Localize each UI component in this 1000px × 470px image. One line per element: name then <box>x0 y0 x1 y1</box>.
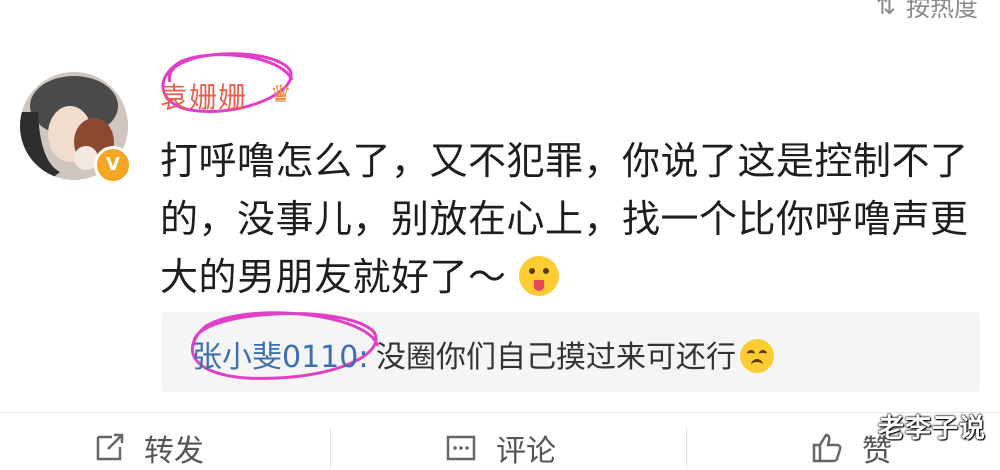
comment-username[interactable]: 袁姗姗 <box>160 76 247 116</box>
repost-button[interactable]: 转发 <box>92 426 204 470</box>
watermark: 老李子说 <box>877 414 986 444</box>
sort-toggle[interactable]: ⇅ 按热度 <box>876 0 978 23</box>
sort-label: 按热度 <box>906 0 978 22</box>
reply-body: 没圈你们自己摸过来可还行 <box>376 340 736 375</box>
repost-label: 转发 <box>144 434 204 469</box>
upside-down-emoji-icon <box>740 339 774 373</box>
comment-text: 打呼噜怎么了，又不犯罪，你说了这是控制不了的，没事儿，别放在心上，找一个比你呼噜… <box>160 132 970 306</box>
tongue-wink-emoji-icon <box>519 256 560 296</box>
reply-separator: : <box>358 340 369 375</box>
sort-icon: ⇅ <box>875 0 896 20</box>
comment-button[interactable]: 评论 <box>444 426 556 470</box>
reply-username[interactable]: 张小斐0110: <box>192 332 368 376</box>
action-separator <box>686 428 687 468</box>
divider <box>0 412 1000 413</box>
reply-username-text[interactable]: 张小斐0110 <box>192 340 358 375</box>
crown-icon: ♛ <box>270 80 292 108</box>
comment-body: 打呼噜怎么了，又不犯罪，你说了这是控制不了的，没事儿，别放在心上，找一个比你呼噜… <box>160 139 969 299</box>
action-separator <box>330 428 331 468</box>
action-bar: 转发 评论 赞 <box>0 420 1000 469</box>
reply-text: 没圈你们自己摸过来可还行 <box>376 332 774 376</box>
verified-badge-icon: V <box>94 146 132 184</box>
comment-label: 评论 <box>496 434 556 469</box>
